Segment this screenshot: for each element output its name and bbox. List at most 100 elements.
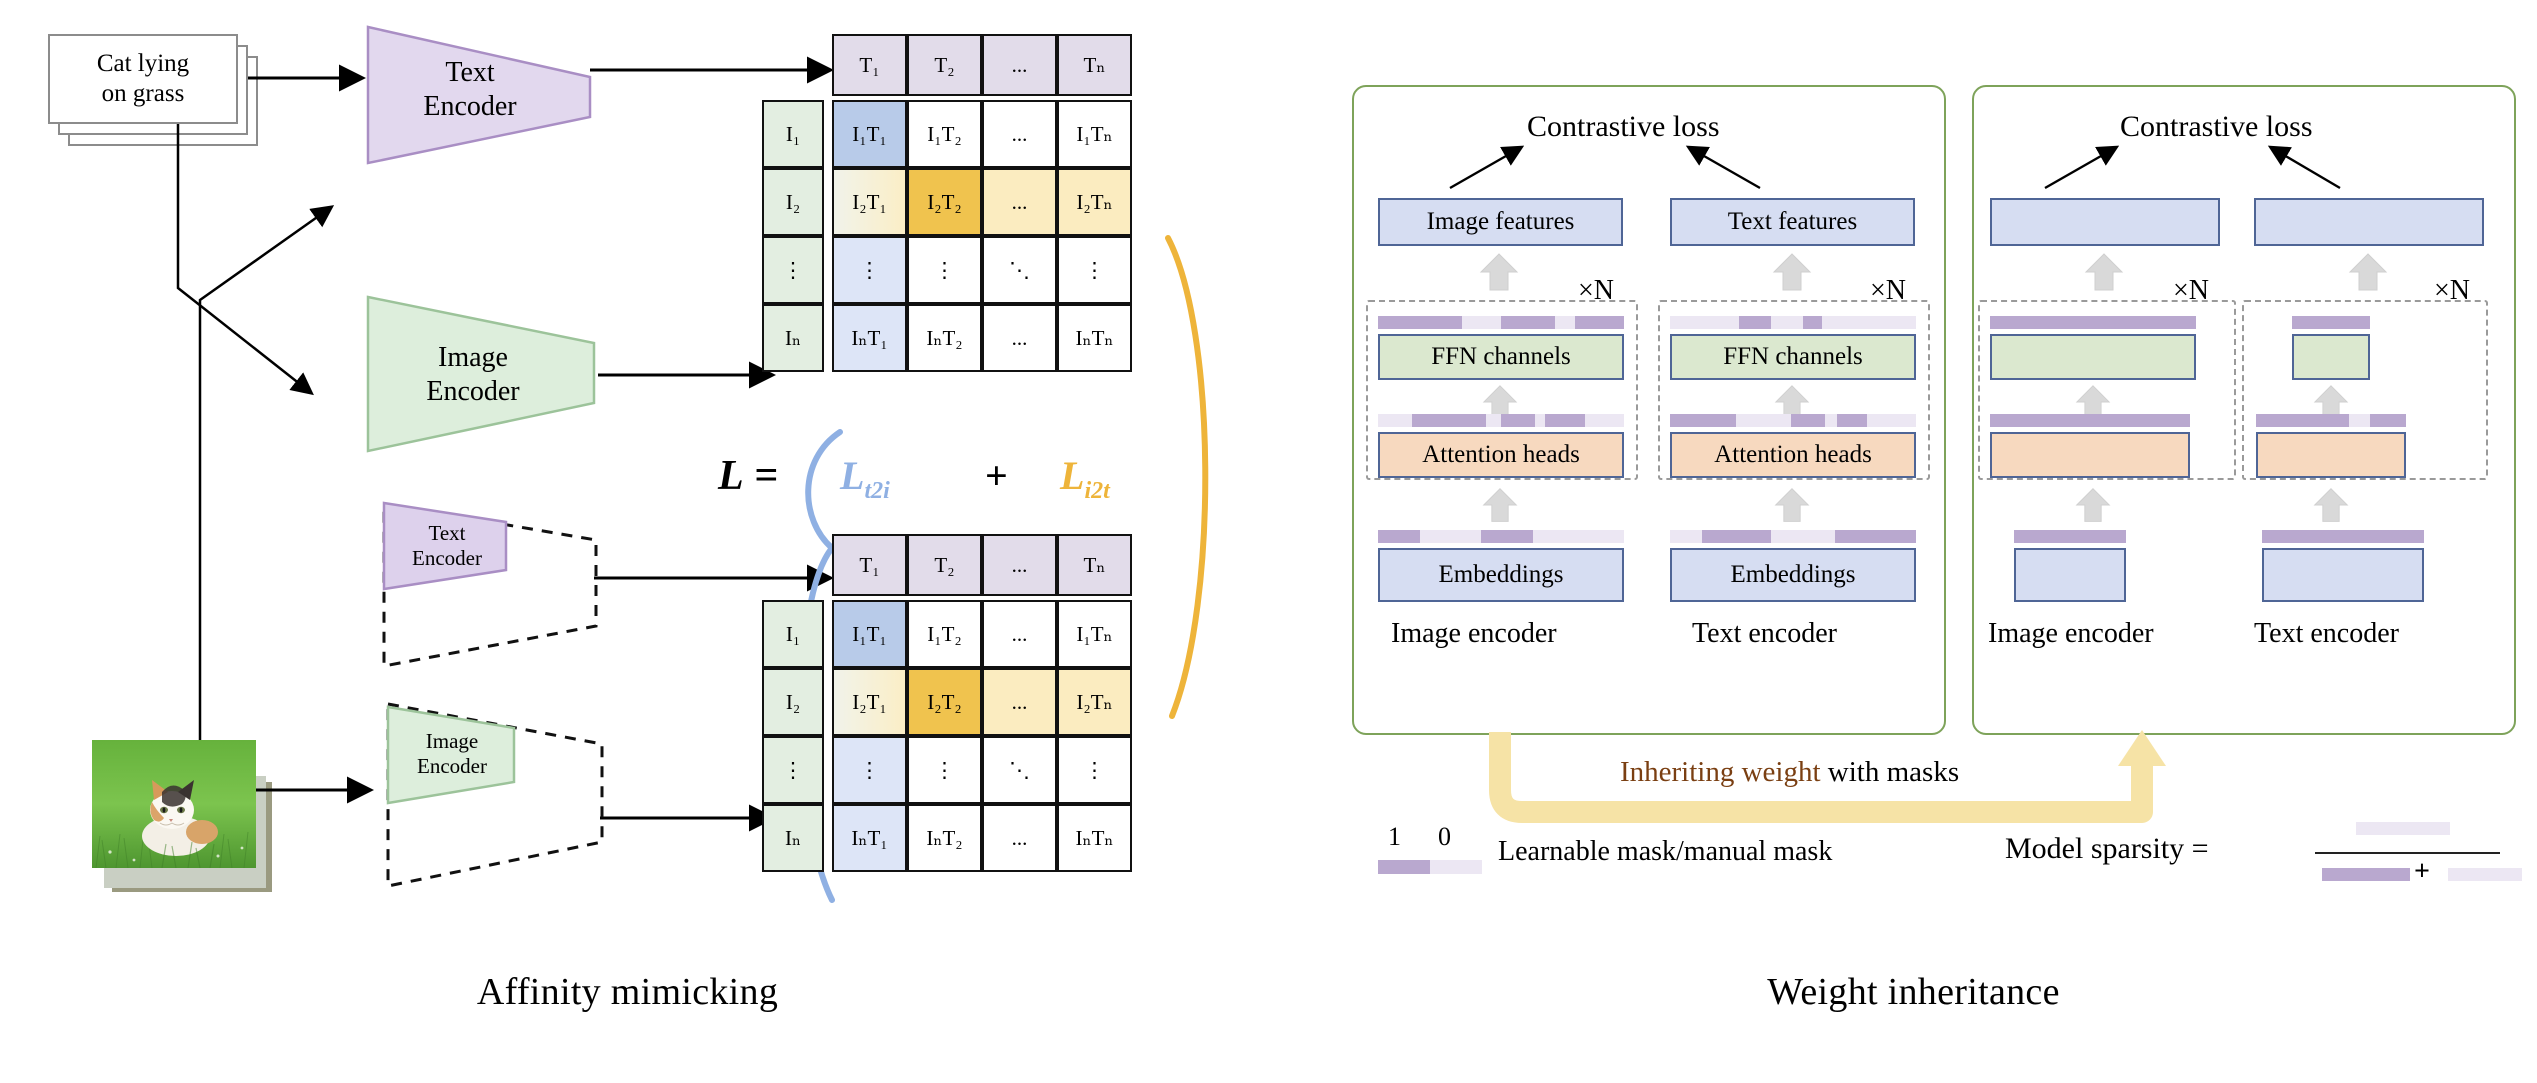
matrix-row-label: I₂ xyxy=(762,668,824,736)
matrix-cell: ... xyxy=(982,600,1057,668)
encoder-line2: Encoder xyxy=(426,376,520,407)
student-text-ffn-mask xyxy=(2292,316,2370,329)
student-image-attention-box xyxy=(1990,432,2190,478)
encoder-line1: Image xyxy=(425,728,479,753)
up-arrow-icon xyxy=(2075,487,2111,522)
teacher-text-ffn-box: FFN channels xyxy=(1670,334,1916,380)
model-sparsity-numerator-bar xyxy=(2356,822,2450,835)
matrix-col-header: Tₙ xyxy=(1057,34,1132,96)
encoder-line2: Encoder xyxy=(423,91,517,122)
model-sparsity-denominator-off-bar xyxy=(2448,868,2522,881)
inheriting-weight-label: Inheriting weight with masks xyxy=(1620,756,1959,789)
teacher-image-attention-box: Attention heads xyxy=(1378,432,1624,478)
matrix-col-header: T₁ xyxy=(832,534,907,596)
matrix-cell: IₙTₙ xyxy=(1057,804,1132,872)
student-image-ffn-mask xyxy=(1990,316,2196,329)
matrix-col-header: T₁ xyxy=(832,34,907,96)
matrix-row-label: ⋮ xyxy=(762,236,824,304)
teacher-text-embeddings-mask xyxy=(1670,530,1916,543)
up-arrow-icon xyxy=(1774,487,1810,522)
student-image-features-box xyxy=(1990,198,2220,246)
model-sparsity-fraction-line xyxy=(2315,852,2500,854)
teacher-text-embeddings-box: Embeddings xyxy=(1670,548,1916,602)
matrix-cell: ... xyxy=(982,304,1057,372)
encoder-line2: Encoder xyxy=(412,546,482,570)
matrix-row-label: I₁ xyxy=(762,600,824,668)
matrix-cell: ⋮ xyxy=(907,236,982,304)
matrix-cell: ⋱ xyxy=(982,736,1057,804)
matrix-col-header: Tₙ xyxy=(1057,534,1132,596)
student-text-embeddings-box xyxy=(2262,548,2424,602)
student-text-encoder-label: Text Encoder xyxy=(392,510,502,582)
encoder-line2: Encoder xyxy=(417,754,487,778)
matrix-cell: I₂Tₙ xyxy=(1057,668,1132,736)
teacher-text-encoder-label: Text Encoder xyxy=(380,50,560,130)
matrix-cell: ⋮ xyxy=(1057,236,1132,304)
contrastive-loss-arrows xyxy=(1449,145,2341,190)
matrix-cell: I₂T₂ xyxy=(907,168,982,236)
student-text-attention-box xyxy=(2256,432,2406,478)
matrix-cell: ... xyxy=(982,100,1057,168)
student-text-attention-mask xyxy=(2256,414,2406,427)
model-sparsity-label: Model sparsity = xyxy=(2005,832,2209,865)
matrix-cell: I₁T₂ xyxy=(907,100,982,168)
student-image-embeddings-mask xyxy=(2014,530,2126,543)
right-caption: Weight inheritance xyxy=(1767,971,2060,1013)
teacher-image-ffn-mask xyxy=(1378,316,1624,329)
legend-value-one: 1 xyxy=(1388,822,1401,851)
teacher-text-attention-box: Attention heads xyxy=(1670,432,1916,478)
matrix-cell: ... xyxy=(982,804,1057,872)
model-sparsity-plus: + xyxy=(2414,856,2430,887)
student-image-encoder-label: Image encoder xyxy=(1988,618,2154,649)
loss-plus: + xyxy=(985,453,1008,498)
teacher-text-features-box: Text features xyxy=(1670,198,1915,246)
teacher-text-attention-mask xyxy=(1670,414,1916,427)
affinity-matrix-teacher: T₁ T₂ ... Tₙ I₁ I₂ ⋮ Iₙ I₁T₁ I₁T₂ ... I₁… xyxy=(762,34,1182,434)
matrix-row-label: Iₙ xyxy=(762,804,824,872)
matrix-col-header: T₂ xyxy=(907,534,982,596)
up-arrow-icon xyxy=(2313,487,2349,522)
inheriting-weight-rest: with masks xyxy=(1820,756,1960,788)
model-sparsity-denominator-on-bar xyxy=(2322,868,2410,881)
matrix-cell: I₂Tₙ xyxy=(1057,168,1132,236)
legend-mask-bar xyxy=(1378,860,1482,874)
matrix-cell: IₙT₁ xyxy=(832,804,907,872)
teacher-text-ffn-mask xyxy=(1670,316,1916,329)
loss-L: L = xyxy=(718,453,779,499)
student-text-ffn-box xyxy=(2292,334,2370,380)
matrix-col-header: ... xyxy=(982,34,1057,96)
student-image-embeddings-box xyxy=(2014,548,2126,602)
affinity-matrix-student: T₁ T₂ ... Tₙ I₁ I₂ ⋮ Iₙ I₁T₁ I₁T₂ ... I₁… xyxy=(762,534,1182,934)
encoder-line1: Text xyxy=(428,520,466,545)
matrix-cell: I₁Tₙ xyxy=(1057,600,1132,668)
teacher-image-features-box: Image features xyxy=(1378,198,1623,246)
student-image-encoder-label: Image Encoder xyxy=(394,714,510,794)
matrix-cell: IₙT₂ xyxy=(907,304,982,372)
matrix-cell: ... xyxy=(982,168,1057,236)
up-arrow-icon xyxy=(1482,487,1518,522)
matrix-cell: IₙTₙ xyxy=(1057,304,1132,372)
up-arrow-icon xyxy=(1479,253,1519,291)
matrix-cell: ⋮ xyxy=(832,236,907,304)
matrix-cell: IₙT₁ xyxy=(832,304,907,372)
matrix-col-header: T₂ xyxy=(907,34,982,96)
encoder-line1: Image xyxy=(438,342,508,374)
matrix-cell: I₂T₁ xyxy=(832,168,907,236)
matrix-cell: ⋮ xyxy=(832,736,907,804)
matrix-cell: I₁Tₙ xyxy=(1057,100,1132,168)
matrix-cell: I₂T₂ xyxy=(907,668,982,736)
up-arrow-icon xyxy=(2348,253,2388,291)
matrix-cell: IₙT₂ xyxy=(907,804,982,872)
up-arrow-icon xyxy=(2084,253,2124,291)
matrix-cell: ⋱ xyxy=(982,236,1057,304)
teacher-image-encoder-label: Image encoder xyxy=(1391,618,1557,649)
loss-t2i: Lt2i xyxy=(840,453,890,504)
student-image-ffn-box xyxy=(1990,334,2196,380)
inheriting-weight-emphasis: Inheriting weight xyxy=(1620,756,1821,788)
teacher-image-embeddings-mask xyxy=(1378,530,1624,543)
matrix-cell: I₂T₁ xyxy=(832,668,907,736)
matrix-row-label: Iₙ xyxy=(762,304,824,372)
matrix-col-header: ... xyxy=(982,534,1057,596)
matrix-cell: I₁T₁ xyxy=(832,600,907,668)
student-text-features-box xyxy=(2254,198,2484,246)
